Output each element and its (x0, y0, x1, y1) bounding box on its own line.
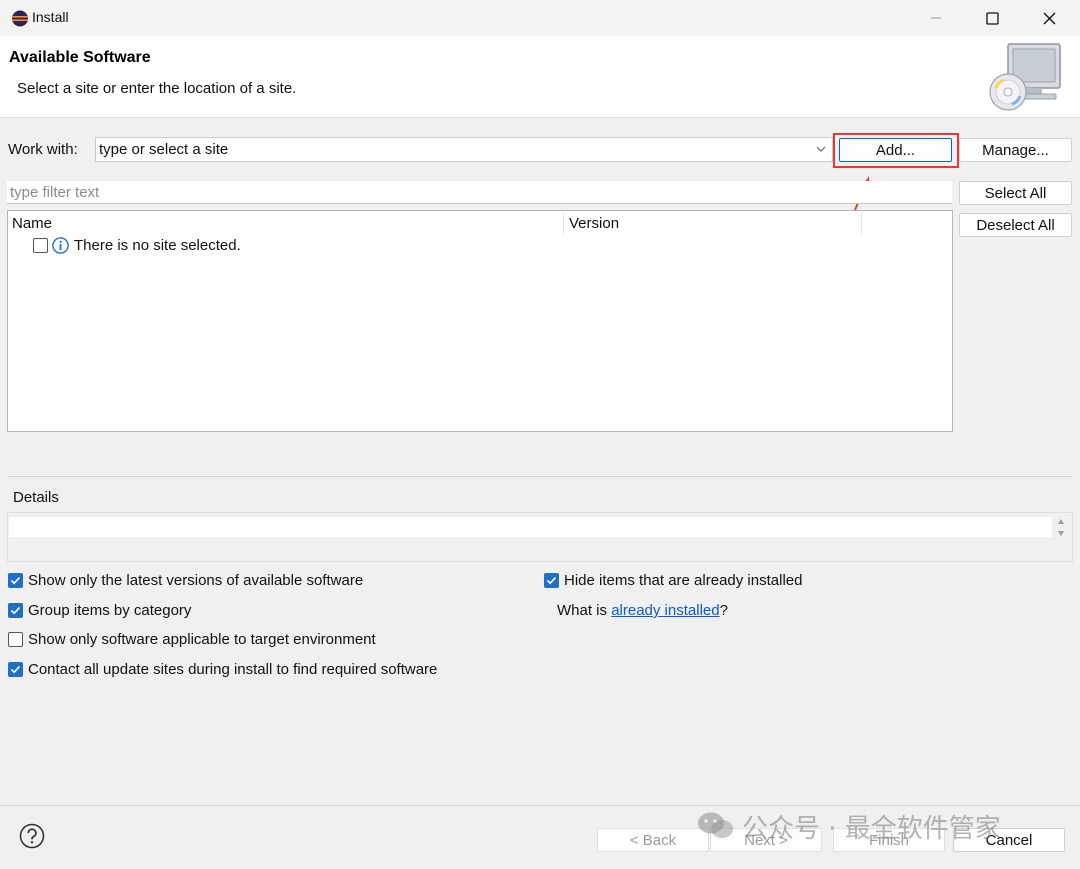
close-icon (1043, 12, 1055, 24)
watermark-text: 公众号 · 最全软件管家 (742, 813, 1001, 844)
group-by-category-checkbox[interactable] (8, 603, 23, 618)
info-icon (52, 237, 69, 254)
divider (7, 476, 1073, 477)
what-is-suffix: ? (719, 602, 728, 619)
what-is-prefix: What is (557, 602, 612, 619)
select-all-button[interactable]: Select All (959, 181, 1072, 205)
page-title: Available Software (9, 49, 151, 66)
eclipse-icon (12, 10, 28, 27)
question-icon[interactable] (19, 823, 45, 849)
tree-row-text: There is no site selected. (74, 237, 241, 254)
window-title: Install (32, 9, 69, 25)
wechat-icon (698, 812, 733, 838)
details-text-area[interactable] (9, 517, 1052, 537)
work-with-label: Work with: (8, 141, 78, 158)
header-banner (0, 36, 1080, 118)
column-header-version[interactable]: Version (569, 215, 619, 232)
add-button[interactable]: Add... (839, 138, 952, 162)
back-button[interactable]: < Back (597, 828, 709, 852)
details-title: Details (13, 489, 59, 506)
checkmark-icon (546, 576, 557, 585)
tree-row-checkbox[interactable] (33, 238, 48, 253)
minimize-button[interactable] (908, 0, 964, 36)
target-environment-label[interactable]: Show only software applicable to target … (28, 631, 376, 648)
filter-input[interactable] (7, 181, 952, 204)
scroll-up-icon[interactable] (1057, 518, 1065, 526)
hide-installed-checkbox[interactable] (544, 573, 559, 588)
checkmark-icon (10, 576, 21, 585)
target-environment-checkbox[interactable] (8, 632, 23, 647)
column-divider[interactable] (563, 212, 564, 236)
watermark: 公众号 · 最全软件管家 (696, 808, 1001, 844)
checkmark-icon (10, 606, 21, 615)
column-divider[interactable] (861, 212, 862, 236)
latest-versions-label[interactable]: Show only the latest versions of availab… (28, 572, 363, 589)
minimize-icon (931, 17, 941, 19)
chevron-down-icon[interactable] (815, 143, 827, 155)
site-combo[interactable]: type or select a site (95, 137, 833, 162)
footer-divider (0, 805, 1080, 806)
contact-update-sites-checkbox[interactable] (8, 662, 23, 677)
manage-button[interactable]: Manage... (959, 138, 1072, 162)
site-combo-value[interactable]: type or select a site (99, 141, 228, 158)
maximize-icon (985, 11, 999, 25)
close-button[interactable] (1021, 0, 1077, 36)
cd-monitor-icon (989, 43, 1061, 111)
already-installed-link[interactable]: already installed (611, 602, 719, 619)
hide-installed-label[interactable]: Hide items that are already installed (564, 572, 802, 589)
deselect-all-button[interactable]: Deselect All (959, 213, 1072, 237)
group-by-category-label[interactable]: Group items by category (28, 602, 191, 619)
column-header-name[interactable]: Name (12, 215, 52, 232)
checkmark-icon (10, 665, 21, 674)
latest-versions-checkbox[interactable] (8, 573, 23, 588)
maximize-button[interactable] (964, 0, 1020, 36)
what-is-installed-text: What is already installed? (557, 602, 728, 619)
scroll-down-icon[interactable] (1057, 529, 1065, 537)
page-description: Select a site or enter the location of a… (17, 80, 297, 97)
contact-update-sites-label[interactable]: Contact all update sites during install … (28, 661, 437, 678)
